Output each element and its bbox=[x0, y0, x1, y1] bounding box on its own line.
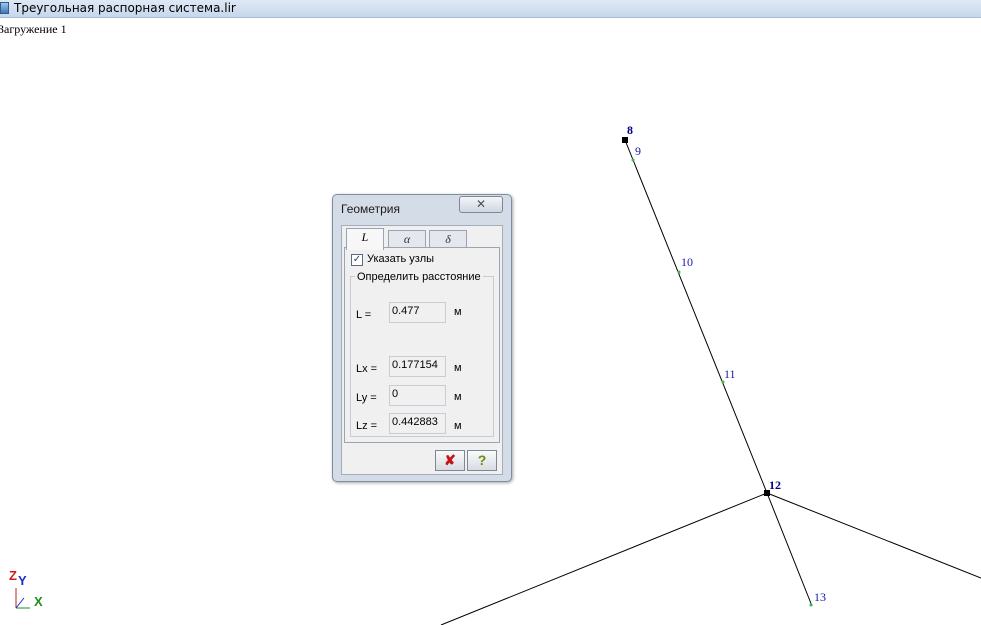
close-button[interactable]: ✕ bbox=[459, 196, 503, 213]
Ly-unit: м bbox=[454, 391, 462, 403]
Lx-label: Lx = bbox=[356, 363, 378, 375]
Lz-label: Lz = bbox=[356, 420, 378, 432]
node-10-marker[interactable] bbox=[677, 270, 681, 274]
Ly-field[interactable]: 0 bbox=[389, 385, 446, 406]
tab-deviation[interactable]: δ bbox=[429, 230, 467, 248]
L-label: L = bbox=[356, 309, 372, 321]
geometry-dialog[interactable]: Геометрия ✕ L α δ ✓ Указать узлы Определ… bbox=[332, 194, 512, 482]
Lz-field[interactable]: 0.442883 bbox=[389, 413, 446, 434]
node-13-label: 13 bbox=[814, 590, 826, 604]
help-button[interactable]: ? bbox=[467, 450, 497, 471]
tab-strip: L α δ bbox=[344, 228, 474, 250]
node-8-marker[interactable] bbox=[622, 137, 628, 143]
node-9-label: 9 bbox=[635, 144, 641, 158]
node-8-label: 8 bbox=[627, 123, 633, 137]
tab-length[interactable]: L bbox=[346, 228, 384, 250]
L-unit: м bbox=[454, 306, 462, 318]
show-nodes-checkbox[interactable]: ✓ bbox=[351, 254, 363, 266]
tab-panel-length: ✓ Указать узлы Определить расстояние L =… bbox=[344, 247, 500, 443]
tab-deviation-label: δ bbox=[445, 232, 451, 246]
node-10-label: 10 bbox=[681, 255, 693, 269]
member-12-right[interactable] bbox=[766, 492, 981, 579]
L-field[interactable]: 0.477 bbox=[389, 302, 446, 323]
Lx-unit: м bbox=[454, 362, 462, 374]
tab-length-label: L bbox=[361, 230, 369, 244]
node-9-marker[interactable] bbox=[631, 158, 635, 162]
Lz-unit: м bbox=[454, 420, 462, 432]
dialog-title: Геометрия bbox=[341, 202, 400, 216]
tab-angle[interactable]: α bbox=[388, 230, 426, 248]
member-12-13[interactable] bbox=[766, 492, 813, 607]
node-11-label: 11 bbox=[724, 367, 736, 381]
member-8-12[interactable] bbox=[624, 139, 768, 494]
axis-indicator: Z Y X bbox=[8, 568, 48, 613]
Lx-field[interactable]: 0.177154 bbox=[389, 356, 446, 377]
member-12-left[interactable] bbox=[440, 492, 768, 625]
node-12-label: 12 bbox=[769, 478, 781, 492]
distance-group-title: Определить расстояние bbox=[355, 271, 483, 283]
Ly-label: Ly = bbox=[356, 392, 377, 404]
tab-angle-label: α bbox=[403, 232, 411, 246]
cancel-button[interactable]: ✘ bbox=[435, 450, 465, 471]
show-nodes-label[interactable]: Указать узлы bbox=[367, 253, 434, 265]
axis-x-label: X bbox=[34, 594, 43, 609]
node-13-marker[interactable] bbox=[809, 603, 813, 607]
dialog-client: L α δ ✓ Указать узлы Определить расстоян… bbox=[341, 225, 503, 475]
